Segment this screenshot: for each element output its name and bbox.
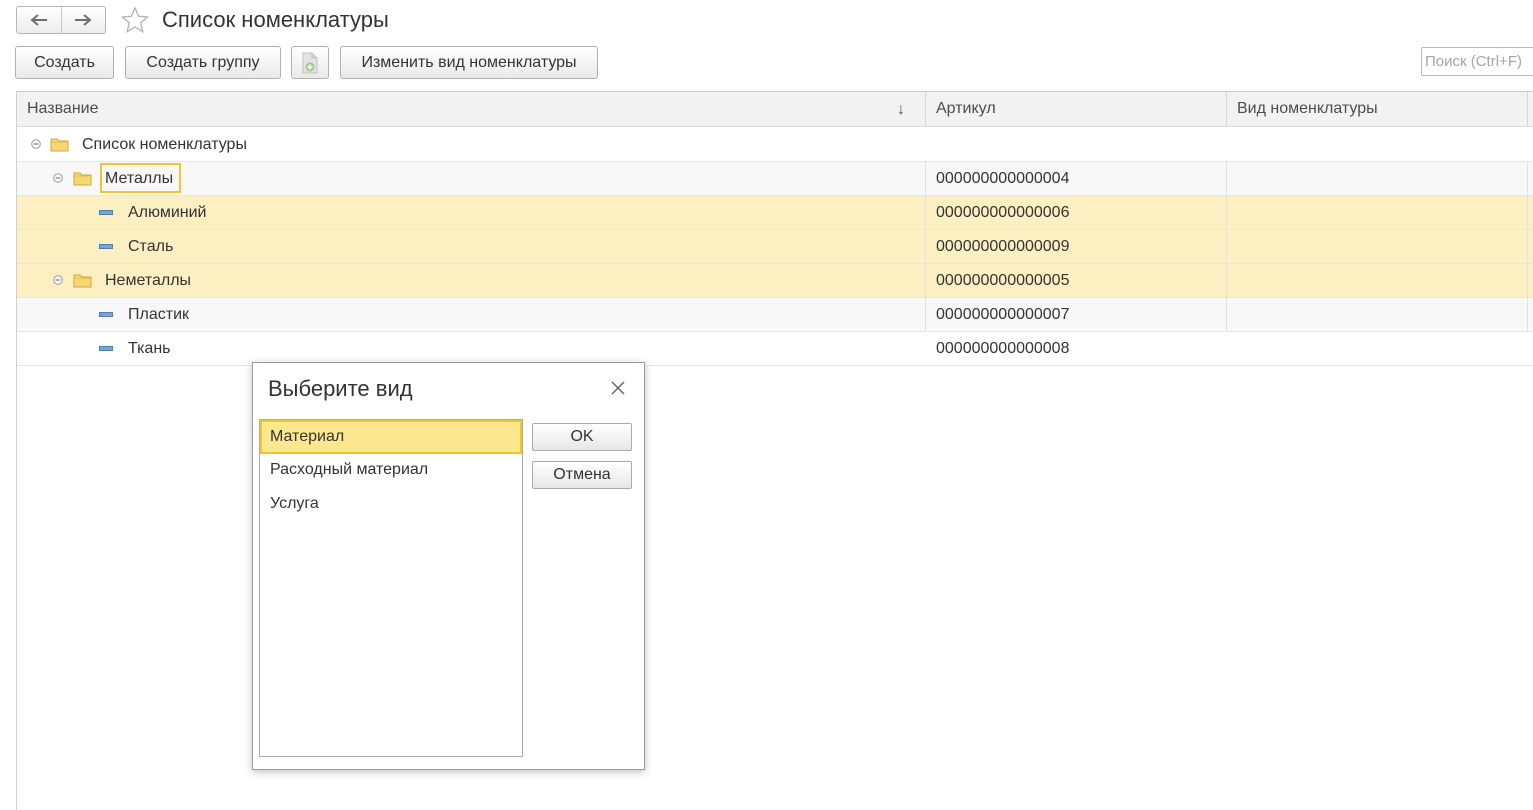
cell-separator — [925, 230, 926, 263]
close-icon[interactable] — [609, 379, 627, 397]
table-row[interactable]: Алюминий 000000000000006 — [17, 196, 1533, 230]
select-kind-dialog: Выберите вид Материал Расходный материал… — [252, 362, 645, 770]
cell-separator — [925, 162, 926, 195]
cell-separator — [1226, 298, 1227, 331]
cancel-button[interactable]: Отмена — [532, 461, 632, 489]
cell-separator — [1226, 162, 1227, 195]
row-name: Алюминий — [128, 204, 207, 221]
table-row[interactable]: Пластик 000000000000007 — [17, 298, 1533, 332]
table-row[interactable]: Металлы 000000000000004 — [17, 162, 1533, 196]
item-icon — [99, 346, 113, 351]
create-group-button[interactable]: Создать группу — [125, 46, 281, 79]
history-nav — [16, 6, 106, 34]
table-row[interactable]: Список номенклатуры — [17, 128, 1533, 162]
cell-separator — [1527, 264, 1528, 297]
star-icon — [120, 6, 150, 33]
cell-separator — [1527, 230, 1528, 263]
folder-icon — [73, 172, 92, 186]
page-title: Список номенклатуры — [162, 7, 389, 32]
row-article: 000000000000008 — [936, 340, 1070, 357]
column-separator — [1527, 92, 1528, 126]
item-icon — [99, 244, 113, 249]
table-row[interactable]: Ткань 000000000000008 — [17, 332, 1533, 366]
table-row[interactable]: Неметаллы 000000000000005 — [17, 264, 1533, 298]
column-header-kind[interactable]: Вид номенклатуры — [1227, 92, 1527, 126]
collapse-icon[interactable] — [53, 173, 63, 183]
dialog-title: Выберите вид — [268, 376, 413, 401]
search-input[interactable] — [1421, 47, 1533, 76]
item-icon — [99, 210, 113, 215]
row-name: Список номенклатуры — [82, 136, 247, 153]
change-kind-button[interactable]: Изменить вид номенклатуры — [340, 46, 598, 79]
create-button[interactable]: Создать — [15, 46, 114, 79]
column-header-name[interactable]: Название — [17, 92, 925, 126]
row-article: 000000000000005 — [936, 272, 1070, 289]
nomenclature-grid: Название ↓ Артикул Вид номенклатуры Спис… — [16, 91, 1533, 810]
row-name: Пластик — [128, 306, 189, 323]
row-article: 000000000000009 — [936, 238, 1070, 255]
row-name: Ткань — [128, 340, 171, 357]
arrow-right-icon — [75, 14, 92, 26]
collapse-icon[interactable] — [53, 275, 63, 285]
item-icon — [99, 312, 113, 317]
row-article: 000000000000004 — [936, 170, 1070, 187]
cell-separator — [1226, 230, 1227, 263]
forward-button[interactable] — [60, 7, 106, 33]
ok-button[interactable]: OK — [532, 423, 632, 451]
cell-separator — [1226, 264, 1227, 297]
favorite-button[interactable] — [120, 6, 150, 34]
grid-header: Название ↓ Артикул Вид номенклатуры — [17, 92, 1533, 127]
cell-separator — [1527, 162, 1528, 195]
copy-item-button[interactable] — [291, 46, 329, 79]
back-button[interactable] — [17, 7, 61, 33]
cell-separator — [925, 196, 926, 229]
folder-icon — [73, 274, 92, 288]
row-article: 000000000000006 — [936, 204, 1070, 221]
cell-separator — [925, 264, 926, 297]
kind-list-item[interactable]: Материал — [260, 420, 522, 454]
cell-separator — [1226, 196, 1227, 229]
row-article: 000000000000007 — [936, 306, 1070, 323]
cell-separator — [1527, 298, 1528, 331]
sort-desc-icon: ↓ — [897, 101, 905, 118]
folder-icon — [50, 138, 69, 152]
column-header-article[interactable]: Артикул — [926, 92, 1226, 126]
kind-list[interactable]: Материал Расходный материал Услуга — [259, 419, 523, 757]
row-name: Сталь — [128, 238, 174, 255]
table-row[interactable]: Сталь 000000000000009 — [17, 230, 1533, 264]
document-add-icon — [302, 52, 318, 73]
collapse-icon[interactable] — [31, 139, 41, 149]
arrow-left-icon — [30, 14, 47, 26]
row-name: Металлы — [105, 170, 174, 187]
row-name: Неметаллы — [105, 272, 192, 289]
kind-list-item[interactable]: Расходный материал — [260, 454, 522, 488]
cell-separator — [1527, 196, 1528, 229]
cell-separator — [925, 298, 926, 331]
kind-list-item[interactable]: Услуга — [260, 488, 522, 522]
